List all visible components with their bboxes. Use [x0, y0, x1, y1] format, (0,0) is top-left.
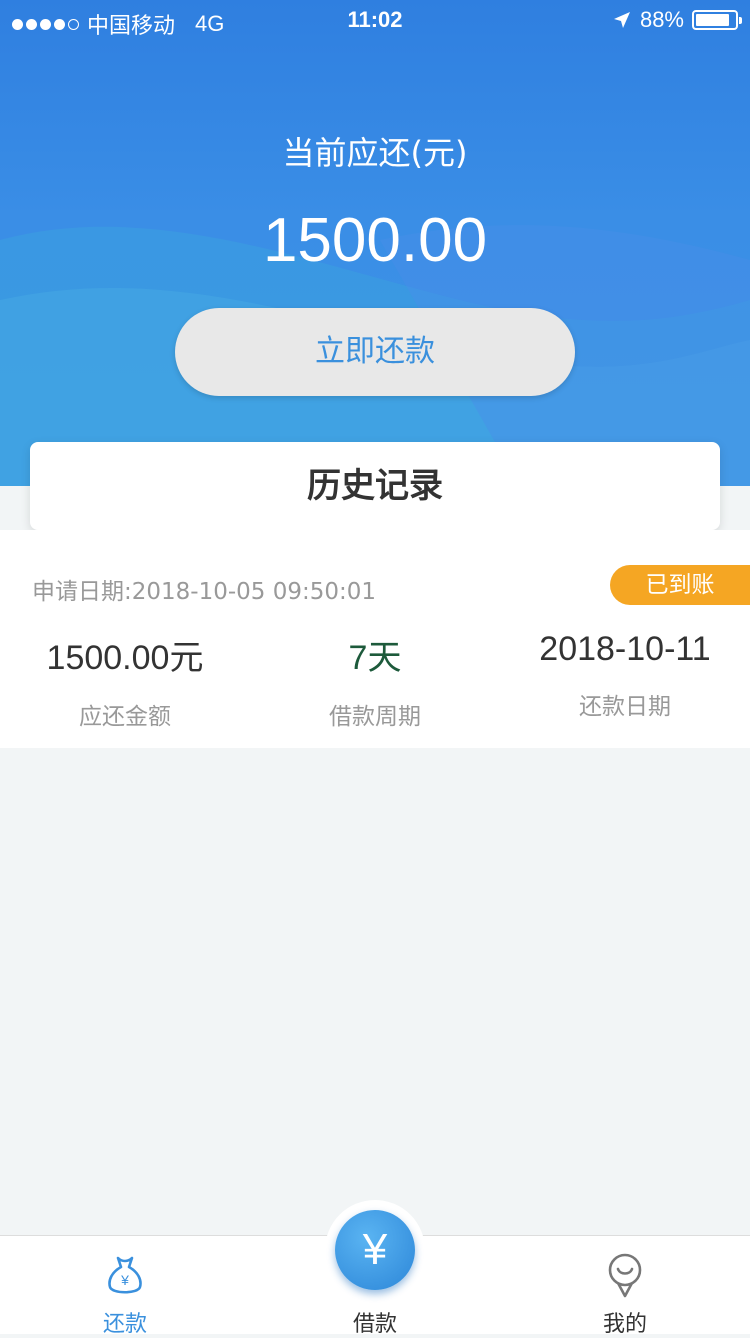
- tab-borrow-label: 借款: [352, 1312, 397, 1337]
- period-value: 7天: [348, 639, 402, 677]
- repay-date-label: 还款日期: [579, 694, 671, 720]
- history-title-card[interactable]: 历史记录: [30, 442, 720, 530]
- hero-banner: 中国移动 4G 11:02 88% 当前应还(元) 1500.00 立即还款: [0, 0, 750, 486]
- battery-icon: [692, 10, 742, 30]
- borrow-yen-button[interactable]: ¥: [335, 1210, 415, 1290]
- status-bar: 中国移动 4G 11:02 88%: [0, 0, 750, 40]
- location-arrow-icon: [613, 12, 630, 28]
- money-bag-icon: ¥: [108, 1256, 142, 1294]
- period-label: 借款周期: [329, 704, 421, 730]
- amount-column: 1500.00元 应还金额: [0, 630, 250, 731]
- user-icon: [608, 1253, 642, 1298]
- battery-percent: 88%: [639, 7, 684, 32]
- tab-repay-label: 还款: [102, 1312, 147, 1337]
- period-column: 7天 借款周期: [250, 630, 500, 731]
- amount-label: 应还金额: [79, 704, 171, 730]
- status-badge: 已到账: [610, 565, 750, 605]
- svg-text:¥: ¥: [120, 1272, 129, 1288]
- repay-now-button[interactable]: 立即还款: [175, 308, 575, 396]
- tab-repay[interactable]: ¥ 还款: [0, 1236, 250, 1337]
- tab-mine[interactable]: 我的: [500, 1236, 750, 1337]
- due-amount-label: 当前应还(元): [282, 134, 468, 172]
- history-record[interactable]: 申请日期:2018-10-05 09:50:01 已到账 1500.00元 应还…: [0, 530, 750, 748]
- repay-date-value: 2018-10-11: [539, 630, 711, 668]
- amount-value: 1500.00元: [46, 639, 204, 677]
- tab-mine-label: 我的: [602, 1312, 647, 1337]
- due-amount-value: 1500.00: [262, 206, 488, 275]
- repay-date-column: 2018-10-11 还款日期: [500, 630, 750, 721]
- status-right: 88%: [612, 7, 742, 33]
- apply-date: 申请日期:2018-10-05 09:50:01: [32, 579, 377, 605]
